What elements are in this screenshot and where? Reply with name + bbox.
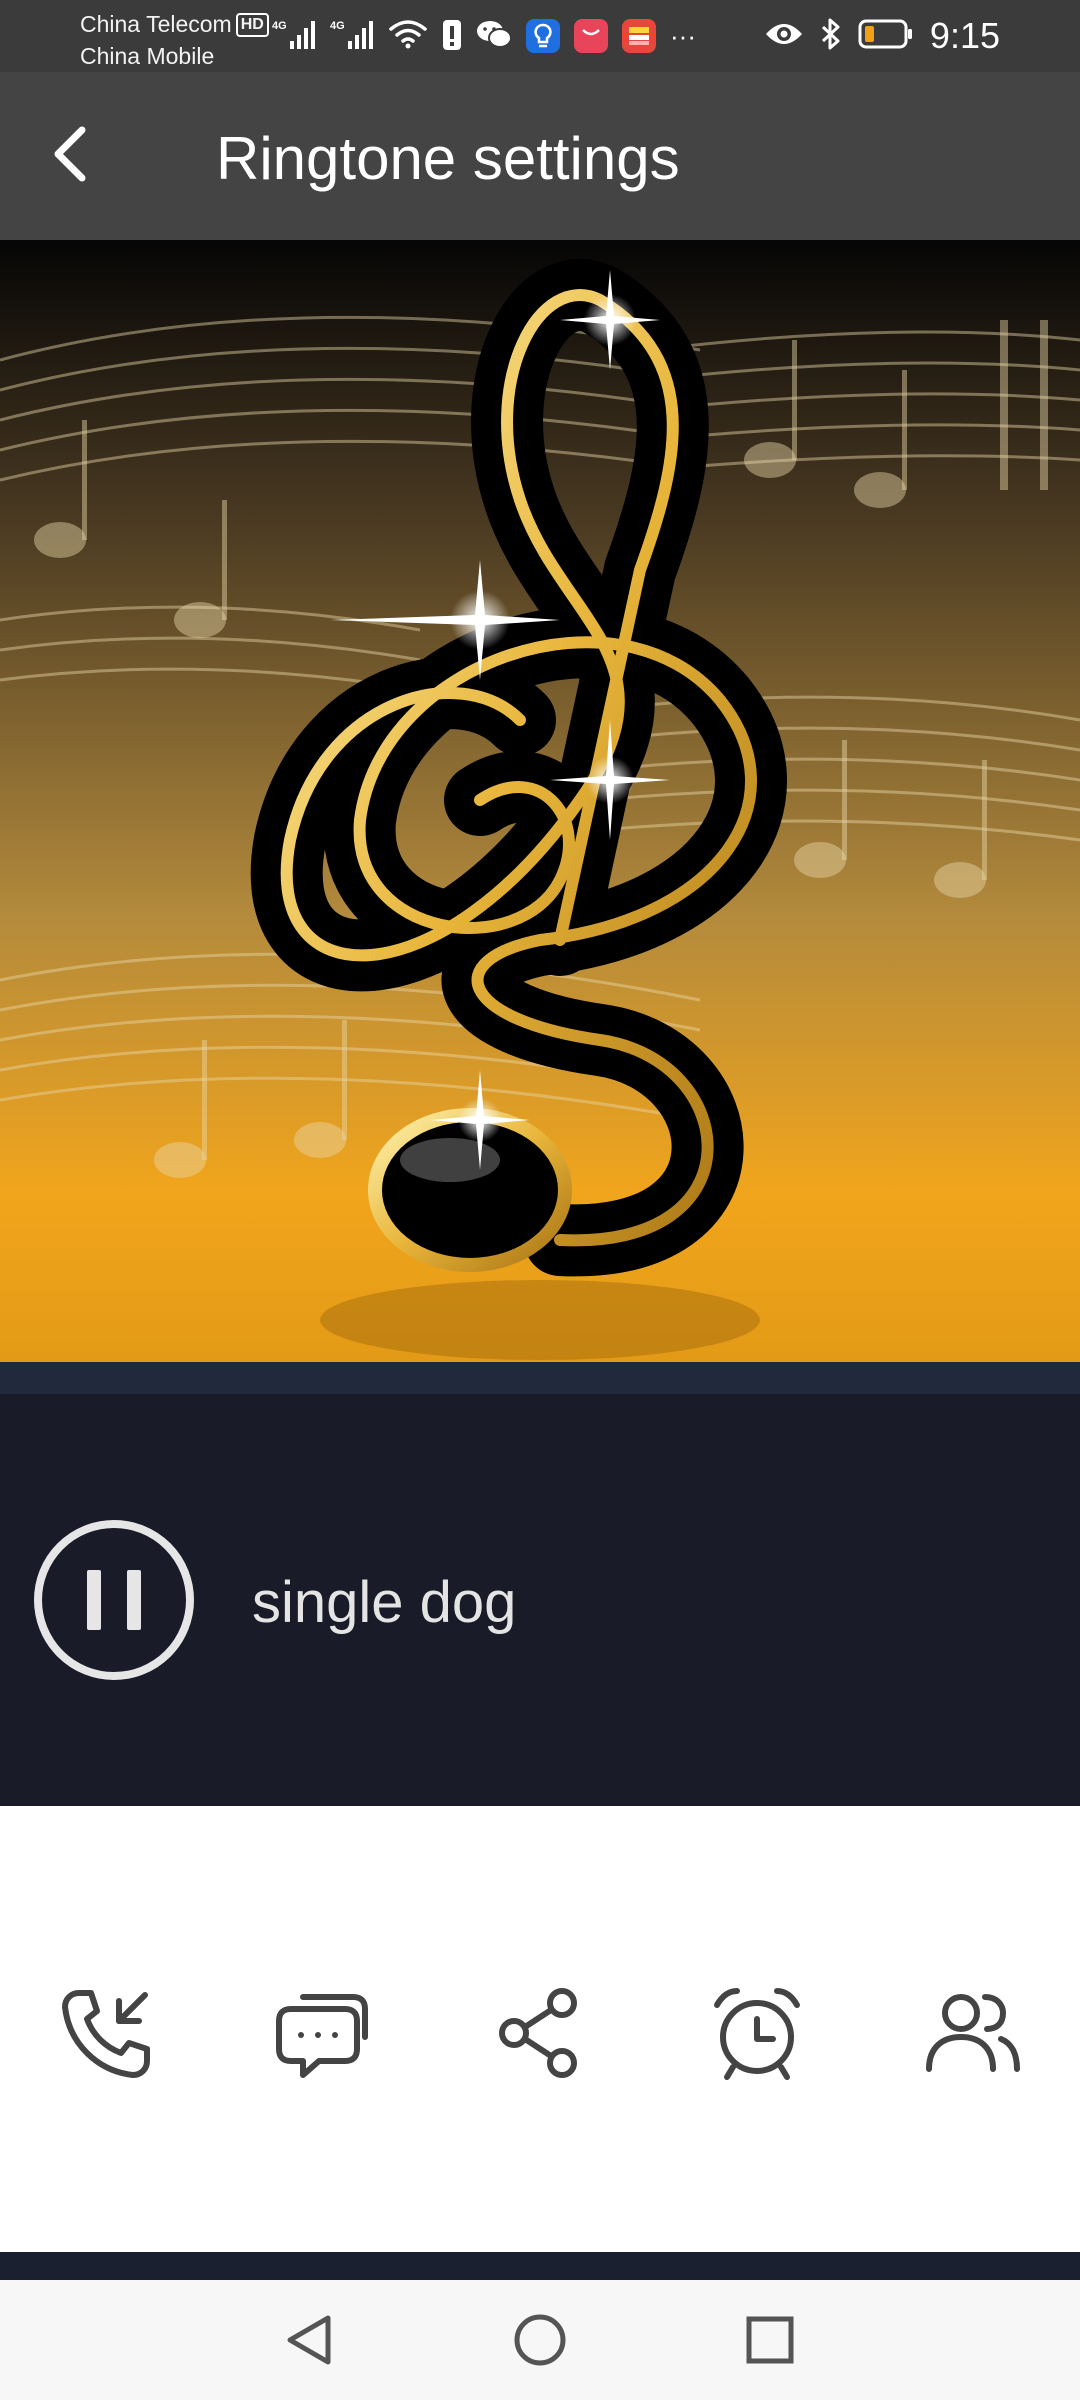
set-alarm-tone-button[interactable] <box>702 1978 812 2088</box>
bluetooth-icon <box>820 17 842 56</box>
page-title: Ringtone settings <box>216 125 680 192</box>
track-title: single dog <box>252 1570 517 1635</box>
square-recents-icon <box>746 2316 794 2364</box>
set-message-tone-button[interactable] <box>268 1978 378 2088</box>
nav-recents-button[interactable] <box>730 2300 810 2380</box>
chevron-left-icon <box>54 126 86 182</box>
share-icon <box>499 1988 577 2078</box>
battery-icon <box>858 18 914 55</box>
message-icon <box>276 1994 368 2078</box>
pause-icon-bar <box>127 1570 141 1630</box>
nav-back-button[interactable] <box>270 2300 350 2380</box>
eye-comfort-icon <box>764 20 804 53</box>
ringtone-actions <box>0 1806 1080 2252</box>
treble-clef-artwork-image <box>0 240 1080 1362</box>
status-bar: China Telecom HD China Mobile 4G 4G ··· … <box>0 0 1080 72</box>
ringtone-artwork <box>0 240 1080 1362</box>
huawei-app-icon <box>574 19 608 53</box>
battery-alert-icon <box>442 17 462 56</box>
carrier-2-name: China Mobile <box>80 43 215 69</box>
player-panel: single dog <box>0 1394 1080 1806</box>
system-navigation-bar <box>0 2280 1080 2400</box>
incoming-call-icon <box>62 1990 150 2078</box>
gallery-app-icon <box>622 19 656 53</box>
network-1-label: 4G <box>272 20 287 32</box>
carrier-info: China Telecom HD China Mobile <box>80 8 269 72</box>
app-bulb-icon <box>526 19 560 53</box>
signal-1-icon: 4G <box>272 17 316 56</box>
pause-button[interactable] <box>34 1520 194 1680</box>
set-call-ringtone-button[interactable] <box>52 1978 162 2088</box>
alarm-clock-icon <box>714 1988 800 2080</box>
hd-badge: HD <box>235 13 269 37</box>
status-icons: 4G 4G ··· <box>272 14 696 58</box>
status-right: 9:15 <box>764 14 1000 58</box>
share-button[interactable] <box>485 1978 595 2088</box>
triangle-back-icon <box>287 2315 331 2365</box>
circle-home-icon <box>514 2314 566 2366</box>
set-contact-ringtone-button[interactable] <box>918 1978 1028 2088</box>
network-2-label: 4G <box>330 20 345 32</box>
wifi-icon <box>388 18 428 55</box>
more-notifications-indicator: ··· <box>670 20 696 51</box>
wechat-icon <box>476 18 512 55</box>
player-divider-strip <box>0 1362 1080 1394</box>
app-header: Ringtone settings <box>0 72 1080 240</box>
back-button[interactable] <box>30 114 110 194</box>
carrier-1-name: China Telecom <box>80 11 232 37</box>
bottom-divider-strip <box>0 2252 1080 2280</box>
signal-2-icon: 4G <box>330 17 374 56</box>
nav-home-button[interactable] <box>500 2300 580 2380</box>
pause-icon <box>87 1570 101 1630</box>
contacts-icon <box>926 1994 1020 2072</box>
clock-time: 9:15 <box>929 15 1000 56</box>
